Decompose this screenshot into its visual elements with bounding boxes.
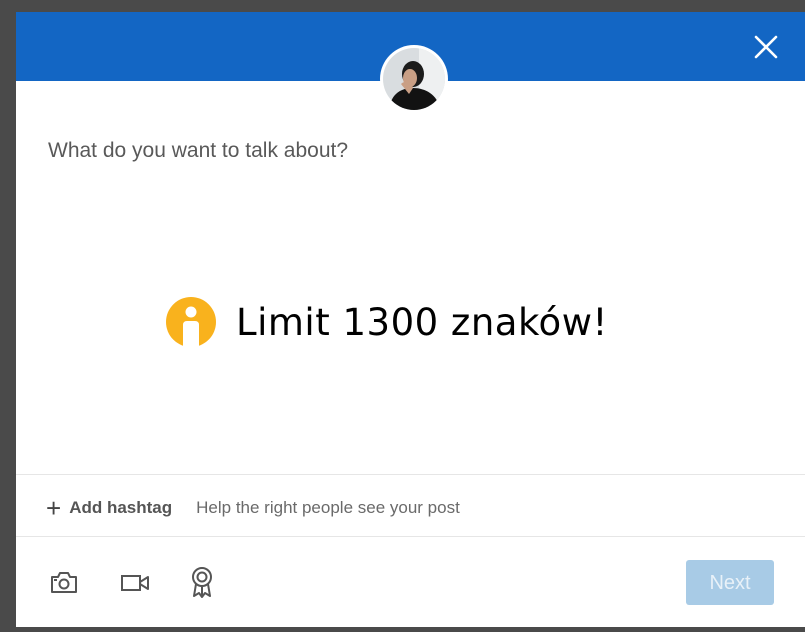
divider [16,536,805,537]
plus-icon: + [46,493,62,523]
award-icon[interactable] [190,566,214,598]
close-icon[interactable] [753,34,779,60]
video-icon[interactable] [120,573,150,593]
next-button[interactable]: Next [686,560,774,605]
hashtag-row: + Add hashtag Help the right people see … [46,494,460,522]
hashtag-hint: Help the right people see your post [196,498,460,517]
camera-icon[interactable] [50,570,78,594]
character-limit-notice: Limit 1300 znaków! [166,297,608,347]
add-hashtag-button[interactable]: + Add hashtag [46,495,172,521]
divider [16,474,805,475]
post-text-placeholder[interactable]: What do you want to talk about? [48,139,348,163]
avatar [380,45,448,113]
add-hashtag-label: Add hashtag [69,498,173,517]
info-icon [166,297,216,347]
limit-text: Limit 1300 znaków! [236,300,608,344]
profile-avatar [383,48,445,110]
